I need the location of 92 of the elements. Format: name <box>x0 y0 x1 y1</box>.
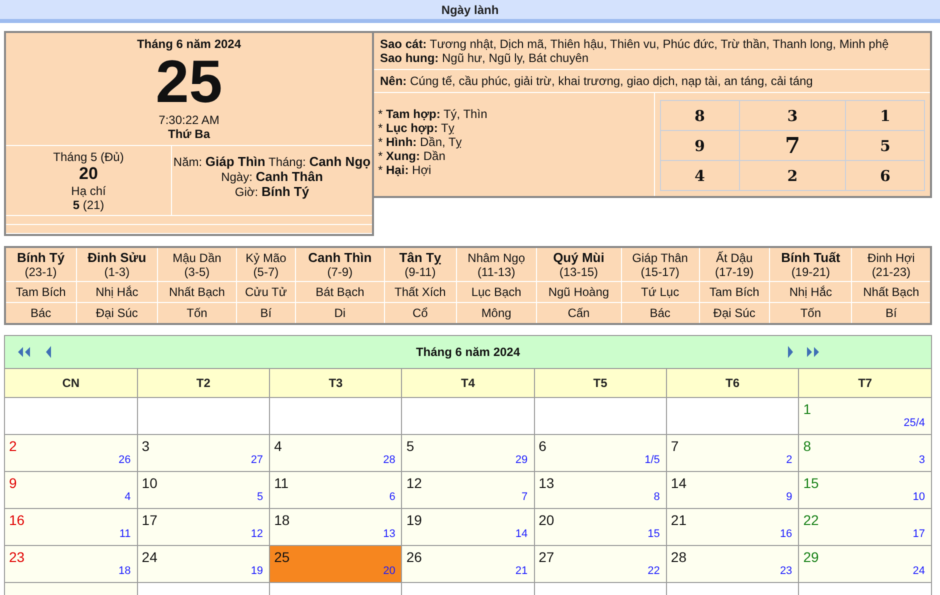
can-chi-line: Giờ: Bính Tý <box>234 184 310 199</box>
grid-number: 3 <box>739 100 846 130</box>
day-cell[interactable]: 25 20 <box>270 546 402 582</box>
double-left-arrow-icon[interactable] <box>17 346 31 358</box>
day-cell[interactable]: 16 11 <box>5 508 138 546</box>
hour-cell: Nhâm Ngọ (11-13) <box>456 247 536 282</box>
day-cell[interactable]: 21 16 <box>666 508 799 546</box>
day-cell[interactable]: 24 19 <box>137 546 270 582</box>
day-cell[interactable]: 3 27 <box>137 434 270 472</box>
grid-number: 7 <box>739 130 846 160</box>
hour-cell: Kỷ Mão (5-7) <box>236 247 296 282</box>
hour-cell: Tân Tỵ (9-11) <box>384 247 456 282</box>
hour-star-cell: Bát Bạch <box>296 282 384 302</box>
grid-number: 4 <box>660 160 739 190</box>
day-cell[interactable]: 23 18 <box>5 546 138 582</box>
weekday-header: T3 <box>270 369 402 398</box>
hour-star-cell: Nhất Bạch <box>158 282 236 302</box>
hour-star-cell: Lục Bạch <box>456 282 536 302</box>
hour-cell: Mậu Dần (3-5) <box>158 247 236 282</box>
stars-line: Sao hung: Ngũ hư, Ngũ ly, Bát chuyên <box>380 51 590 65</box>
day-cell[interactable]: 20 15 <box>534 508 666 546</box>
right-arrow-icon[interactable] <box>787 346 794 358</box>
day-cell[interactable]: 13 8 <box>534 472 666 508</box>
hour-star-cell: Cửu Tử <box>236 282 296 302</box>
hour-cell: Giáp Thân (15-17) <box>621 247 700 282</box>
hour-star-cell: Nhị Hắc <box>770 282 852 302</box>
day-cell[interactable]: 18 13 <box>270 508 402 546</box>
can-chi-line: Ngày: Canh Thân <box>220 169 324 184</box>
day-cell[interactable]: 9 4 <box>5 472 138 508</box>
lunar-month: Tháng 5 (Đủ) <box>52 150 125 164</box>
calendar-title: Tháng 6 năm 2024 <box>416 345 520 359</box>
grid-number: 2 <box>739 160 846 190</box>
hour-cell: Quý Mùi (13-15) <box>536 247 622 282</box>
grid-number: 8 <box>660 100 739 130</box>
lunar-day: 20 <box>6 164 171 184</box>
stars-line: Sao cát: Tương nhật, Dịch mã, Thiên hậu, Thiên vu, Phúc đức, Trừ thần, Thanh long, Minh phệ <box>380 37 890 51</box>
hour-star-cell: Nhị Hắc <box>76 282 158 302</box>
weekday-header: CN <box>5 369 138 398</box>
day-cell[interactable]: 26 21 <box>402 546 534 582</box>
hour-cell: Canh Thìn (7-9) <box>296 247 384 282</box>
page-title: Ngày lành <box>441 2 499 16</box>
month-title: Tháng 6 năm 2024 <box>136 37 242 51</box>
solar-term-date: 5 (21) <box>72 198 106 212</box>
day-number: 25 <box>156 51 222 113</box>
grid-number: 6 <box>846 160 924 190</box>
day-cell[interactable]: 11 6 <box>270 472 402 508</box>
hour-star-cell: Thất Xích <box>384 282 456 302</box>
relation-line: *Hại: Hợi <box>378 163 432 177</box>
weekday-header: T6 <box>666 369 799 398</box>
weekday-header: T2 <box>137 369 270 398</box>
hour-cell: Đinh Sửu (1-3) <box>76 247 158 282</box>
day-cell[interactable]: 7 2 <box>666 434 799 472</box>
weekday-label: Thứ Ba <box>166 127 212 141</box>
day-cell[interactable]: 22 17 <box>798 508 931 546</box>
day-cell[interactable]: 27 22 <box>534 546 666 582</box>
hour-cell: Bính Tuất (19-21) <box>770 247 852 282</box>
day-cell[interactable]: 12 7 <box>402 472 534 508</box>
day-cell[interactable]: 14 9 <box>666 472 799 508</box>
double-right-arrow-icon[interactable] <box>806 346 820 358</box>
relation-line: *Hình: Dần, Tỵ <box>378 135 463 149</box>
relation-line: *Tam hợp: Tý, Thìn <box>378 107 488 121</box>
day-cell[interactable]: 8 3 <box>798 434 931 472</box>
day-cell[interactable]: 10 5 <box>137 472 270 508</box>
clock-time: 7:30:22 AM <box>158 113 220 127</box>
weekday-header: T4 <box>402 369 534 398</box>
day-cell[interactable]: 19 14 <box>402 508 534 546</box>
day-cell[interactable]: 1 25/4 <box>798 398 931 434</box>
relation-line: *Xung: Dần <box>378 149 446 163</box>
day-cell[interactable]: 6 1/5 <box>534 434 666 472</box>
weekday-header: T5 <box>534 369 666 398</box>
day-cell[interactable]: 2 26 <box>5 434 138 472</box>
day-cell[interactable]: 17 12 <box>137 508 270 546</box>
day-cell[interactable]: 4 28 <box>270 434 402 472</box>
left-arrow-icon[interactable] <box>45 346 52 358</box>
day-cell[interactable]: 29 24 <box>798 546 931 582</box>
day-cell[interactable]: 15 10 <box>798 472 931 508</box>
grid-number: 1 <box>846 100 924 130</box>
solar-term: Hạ chí <box>70 184 107 198</box>
weekday-header: T7 <box>798 369 931 398</box>
recommended-line: Nên: Cúng tế, cầu phúc, giải trừ, khai trương, giao dịch, nạp tài, an táng, cải táng <box>380 74 814 88</box>
day-cell[interactable]: 28 23 <box>666 546 799 582</box>
hour-star-cell: Tam Bích <box>5 282 76 302</box>
hour-cell: Ất Dậu (17-19) <box>699 247 770 282</box>
hour-star-cell: Tứ Lục <box>621 282 700 302</box>
relation-line: *Lục hợp: Tỵ <box>378 121 456 135</box>
grid-number: 5 <box>846 130 924 160</box>
hour-cell: Bính Tý (23-1) <box>5 247 76 282</box>
grid-number: 9 <box>660 130 739 160</box>
hour-star-cell: Ngũ Hoàng <box>536 282 622 302</box>
can-chi-line: Năm: Giáp Thìn Tháng: Canh Ngọ <box>172 154 372 169</box>
hour-star-cell: Tam Bích <box>699 282 770 302</box>
day-cell[interactable]: 5 29 <box>402 434 534 472</box>
